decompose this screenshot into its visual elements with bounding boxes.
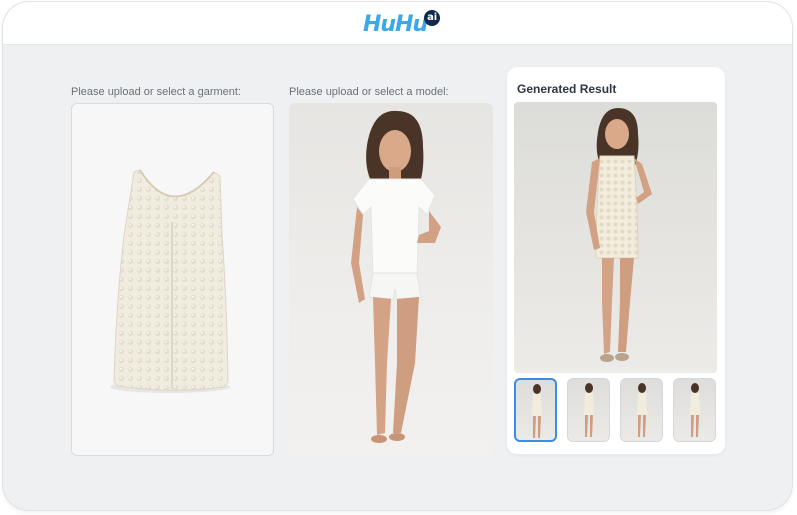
- result-card: Generated Result: [507, 67, 725, 454]
- app-frame: HuHu ai Please upload or select a garmen…: [3, 2, 792, 510]
- result-title: Generated Result: [517, 82, 617, 96]
- top-bar: HuHu ai: [3, 2, 792, 45]
- result-thumbnail[interactable]: [620, 378, 663, 442]
- logo-badge: ai: [424, 10, 441, 26]
- garment-image: [110, 169, 230, 393]
- thumbnail-image: [690, 383, 700, 437]
- logo[interactable]: HuHu ai: [363, 10, 441, 40]
- model-upload-panel[interactable]: [289, 103, 493, 456]
- garment-label: Please upload or select a garment:: [71, 86, 241, 98]
- thumbnail-image: [532, 384, 542, 438]
- logo-text: HuHu: [363, 12, 428, 37]
- generated-result-image[interactable]: [514, 102, 717, 373]
- result-thumbnails: [514, 378, 719, 444]
- result-thumbnail[interactable]: [567, 378, 610, 442]
- thumbnail-image: [637, 383, 647, 437]
- model-label: Please upload or select a model:: [289, 86, 449, 98]
- model-image: [351, 110, 441, 443]
- result-thumbnail[interactable]: [673, 378, 716, 442]
- garment-upload-panel[interactable]: [71, 103, 274, 456]
- result-model-image: [586, 108, 652, 362]
- result-thumbnail[interactable]: [514, 378, 557, 442]
- thumbnail-image: [584, 383, 594, 437]
